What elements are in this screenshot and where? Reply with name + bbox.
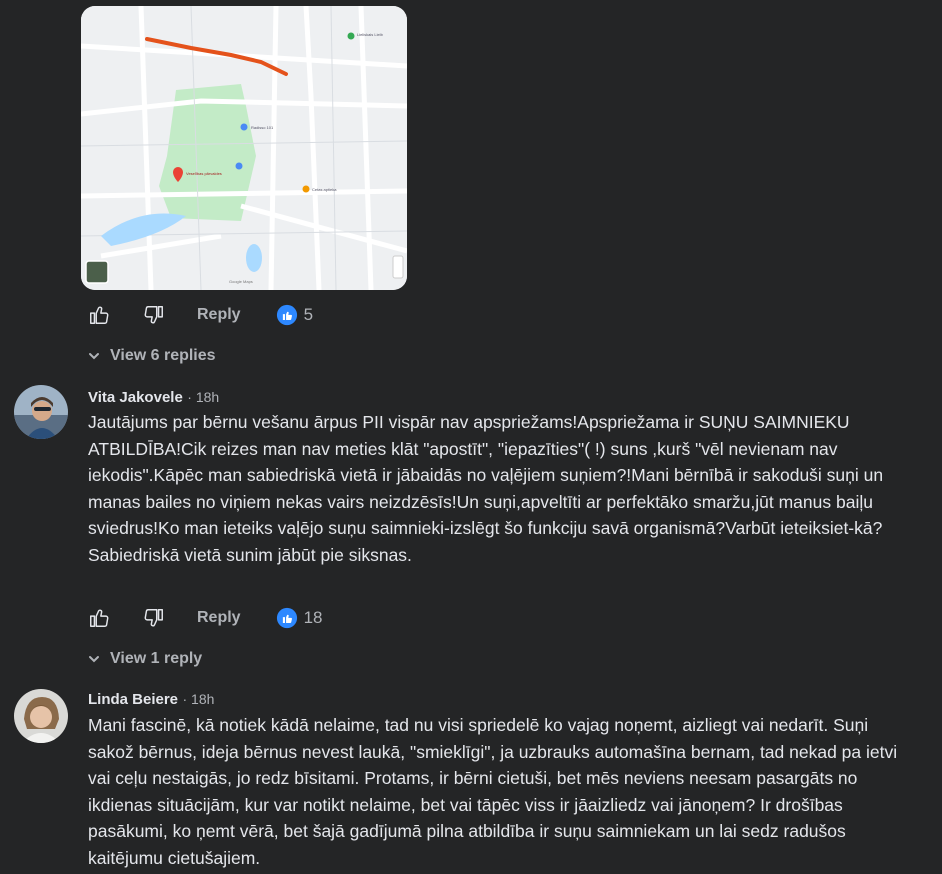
svg-text:Cetas aptieka: Cetas aptieka [312,187,337,192]
chevron-down-icon [89,656,99,663]
avatar-image [14,385,68,439]
timestamp[interactable]: 18h [196,389,219,405]
comment-header: Linda Beiere · 18h [88,691,215,708]
view-replies-button[interactable]: View 1 reply [88,650,202,668]
like-button[interactable] [87,606,111,630]
author-name[interactable]: Vita Jakovele [88,389,183,406]
like-count: 5 [303,305,314,324]
chevron-down-icon [89,353,99,360]
comment-actions: Reply 18 [87,605,323,631]
comment-header: Vita Jakovele · 18h [88,389,220,406]
thumbs-up-icon [90,306,109,324]
thumbs-down-icon [144,609,163,627]
like-count: 18 [303,608,323,627]
svg-text:Google Maps: Google Maps [229,279,253,284]
svg-text:Radisso 101: Radisso 101 [251,125,274,130]
avatar[interactable] [14,385,68,439]
thumbs-down-icon [144,306,163,324]
like-button[interactable] [87,303,111,327]
svg-text:Veselības pārvaldes: Veselības pārvaldes [186,171,222,176]
view-replies-button[interactable]: View 6 replies [88,347,216,365]
view-replies-label: View 6 replies [110,347,216,364]
reply-button[interactable]: Reply [197,609,241,627]
like-reaction-icon [276,304,297,326]
map-image[interactable]: Veselības pārvaldes Radisso 101 Lieliska… [81,6,407,290]
avatar[interactable] [14,689,68,743]
dislike-button[interactable] [142,303,166,327]
map-graphic: Veselības pārvaldes Radisso 101 Lieliska… [81,6,407,290]
comment-actions: Reply 5 [87,302,313,328]
comment-text: Jautājums par bērnu vešanu ārpus PII vis… [88,412,884,565]
reply-button[interactable]: Reply [197,306,241,324]
timestamp[interactable]: 18h [191,691,214,707]
svg-text:Lieliskais Lielb: Lieliskais Lielb [357,32,384,37]
avatar-image [14,689,68,743]
dislike-button[interactable] [142,606,166,630]
comment-text: Mani fascinē, kā notiek kādā nelaime, ta… [88,715,898,868]
thumbs-up-icon [90,609,109,627]
reaction-summary[interactable]: 5 [276,304,313,326]
reaction-summary[interactable]: 18 [276,607,323,629]
author-name[interactable]: Linda Beiere [88,691,178,708]
like-reaction-icon [276,607,297,629]
view-replies-label: View 1 reply [110,650,203,667]
